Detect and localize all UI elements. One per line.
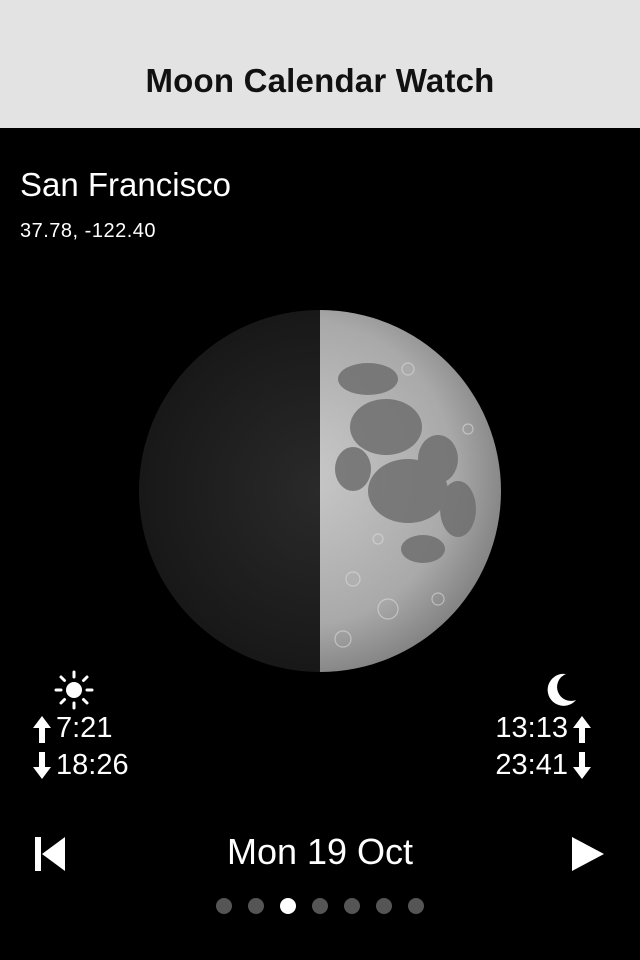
page-dot[interactable] (408, 898, 424, 914)
moon-phase-image (138, 309, 502, 673)
sunrise-time: 7:21 (56, 712, 113, 744)
sunrise-row: 7:21 (32, 710, 172, 747)
page-dot[interactable] (216, 898, 232, 914)
page-indicator[interactable] (0, 898, 640, 916)
sun-icon (54, 670, 94, 710)
page-dot[interactable] (344, 898, 360, 914)
moonrise-row: 13:13 (452, 710, 592, 747)
play-forward-icon[interactable] (570, 835, 606, 873)
current-date: Mon 19 Oct (226, 831, 414, 872)
location-info: San Francisco 37.78, -122.40 (20, 166, 231, 243)
app-title: Moon Calendar Watch (145, 62, 495, 99)
moonset-row: 23:41 (452, 747, 592, 784)
arrow-up-icon (33, 715, 51, 743)
navigation-bar: Moon Calendar Watch (0, 0, 640, 128)
city-name: San Francisco (20, 166, 231, 203)
arrow-up-icon (573, 715, 591, 743)
page-dot-active[interactable] (280, 898, 296, 914)
sunset-time: 18:26 (56, 749, 129, 781)
arrow-down-icon (33, 751, 51, 779)
date-navigator: Mon 19 Oct (0, 825, 640, 881)
sunset-row: 18:26 (32, 747, 172, 784)
page-dot[interactable] (376, 898, 392, 914)
coordinates: 37.78, -122.40 (20, 220, 156, 242)
moon-times: 13:13 23:41 (452, 670, 592, 784)
moonset-time: 23:41 (495, 749, 568, 781)
arrow-down-icon (573, 751, 591, 779)
page-dot[interactable] (312, 898, 328, 914)
sun-times: 7:21 18:26 (32, 670, 172, 784)
moonrise-time: 13:13 (495, 712, 568, 744)
crescent-moon-icon (547, 673, 576, 706)
page-dot[interactable] (248, 898, 264, 914)
